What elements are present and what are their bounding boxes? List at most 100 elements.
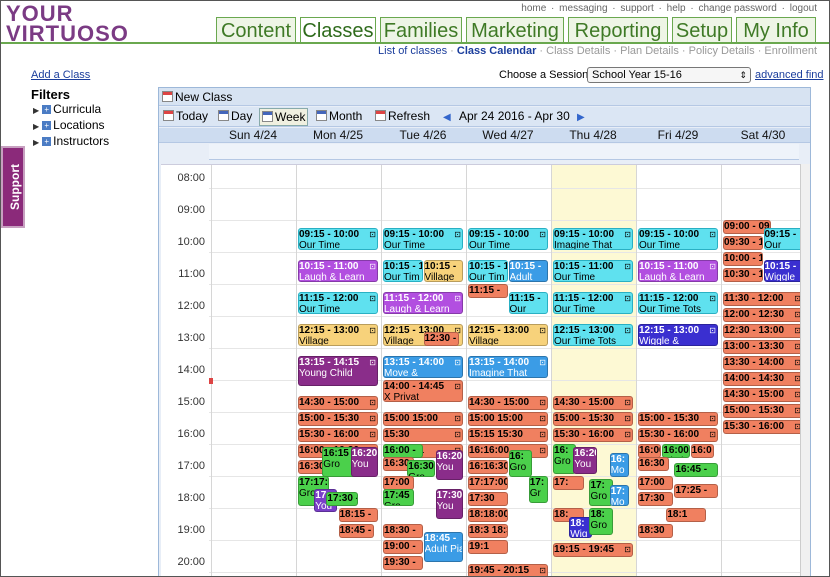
plus-icon[interactable]: + — [42, 121, 52, 131]
plus-icon[interactable]: + — [42, 137, 52, 147]
subnav-list-of-classes[interactable]: List of classes — [378, 45, 447, 57]
all-day-row[interactable] — [209, 144, 799, 160]
class-event[interactable]: 10:15 - 11:00 Our Time ⊡ — [553, 259, 633, 282]
tab-families[interactable]: Families — [380, 17, 462, 43]
class-event[interactable]: 16:00Ukel — [662, 443, 690, 458]
class-event[interactable]: 10:00 - 10: — [723, 251, 763, 266]
class-event[interactable]: 16:0X — [690, 443, 714, 458]
class-event[interactable]: 16:20You — [573, 447, 597, 474]
class-event[interactable]: 09:15 - 10:00 Our Time ⊡ — [298, 227, 378, 250]
class-event[interactable]: 12:15 - 13:00 Wiggle & ⊡ — [638, 323, 718, 346]
class-event[interactable]: 16:30 — [638, 456, 670, 471]
tab-classes[interactable]: Classes — [300, 17, 376, 43]
today-button[interactable]: Today — [161, 108, 210, 126]
class-event[interactable]: 16:16:30 — [468, 459, 508, 474]
class-event[interactable]: 14:30 - 15:00 ⊡ — [723, 387, 801, 402]
class-event[interactable]: 10:15 - Adult — [508, 259, 548, 282]
class-event[interactable]: 17:00 — [638, 475, 674, 490]
class-event[interactable]: 14:30 - 15:00 ⊡ — [468, 395, 548, 410]
class-event[interactable]: 12:15 - 13:00 Our Time Tots ⊡ — [553, 323, 633, 346]
class-event[interactable]: 17: Mo — [609, 485, 629, 506]
class-event[interactable]: 13:30 - 14:00 ⊡ — [723, 355, 801, 370]
class-event[interactable]: 17:30 — [638, 491, 674, 506]
class-event[interactable]: 16:30Gro — [407, 459, 435, 477]
class-event[interactable]: 18:1 — [666, 507, 706, 522]
expand-triangle-icon[interactable]: ▶ — [33, 138, 39, 147]
tab-setup[interactable]: Setup — [672, 17, 732, 43]
day-header[interactable]: Sun 4/24 — [211, 128, 295, 143]
class-event[interactable]: 15:00 - 15:30 ⊡ — [298, 411, 378, 426]
tab-marketing[interactable]: Marketing — [466, 17, 564, 43]
expand-triangle-icon[interactable]: ▶ — [33, 122, 39, 131]
class-event[interactable]: 15:00 15:00 ⊡ — [468, 411, 548, 426]
class-event[interactable]: 16:45 - — [674, 463, 718, 477]
class-event[interactable]: 18: Gro — [589, 507, 613, 535]
class-event[interactable]: 17: Gr — [528, 475, 548, 503]
class-event[interactable]: 13:15 - 14:00 Move & ⊡ — [383, 355, 463, 378]
class-event[interactable]: 18:30 — [638, 523, 674, 538]
class-event[interactable]: 15:30 - 16:00 ⊡ — [638, 427, 718, 442]
class-event[interactable]: 15:30 - 16:00 ⊡ — [723, 419, 801, 434]
class-event[interactable]: 15:00 - 15:30 ⊡ — [723, 403, 801, 418]
class-event[interactable]: 11:15 - — [468, 283, 508, 298]
class-event[interactable]: 10:15 - 11:00 Laugh & Learn ⊡ — [638, 259, 718, 282]
class-event[interactable]: 17:25 -X — [674, 483, 718, 498]
calendar-scrollbar[interactable] — [800, 164, 810, 576]
tab-my-info[interactable]: My Info — [736, 17, 816, 43]
class-event[interactable]: 10:30 - 11: — [723, 267, 763, 282]
class-event[interactable]: 12:30 - 13:00 ⊡ — [723, 323, 801, 338]
class-event[interactable]: 11:30 - 12:00 ⊡ — [723, 291, 801, 306]
class-event[interactable]: 17:30 — [468, 491, 508, 506]
session-select[interactable]: School Year 15-16 ⇕ — [587, 67, 751, 83]
refresh-button[interactable]: Refresh — [373, 108, 432, 126]
class-event[interactable]: 17:00 — [383, 475, 415, 490]
class-event[interactable]: 10:15 - 1 Our Tim — [383, 259, 423, 282]
class-event[interactable]: 15:15 15:30 ⊡ — [468, 427, 548, 442]
month-view-button[interactable]: Month — [314, 108, 364, 126]
day-view-button[interactable]: Day — [216, 108, 254, 126]
class-event[interactable]: 18:3 18:30 — [468, 523, 508, 538]
class-event[interactable]: 09:15 - 10:00 Our Time ⊡ — [638, 227, 718, 250]
time-grid[interactable]: 08:00 09:00 10:00 11:00 12:00 13:00 14:00 15:00… — [161, 164, 801, 576]
link-logout[interactable]: logout — [790, 3, 817, 14]
class-event[interactable]: 09:15 - Our — [763, 227, 801, 250]
class-event[interactable]: 15:30 - 16:00 ⊡ — [553, 427, 633, 442]
day-header[interactable]: Fri 4/29 — [636, 128, 720, 143]
filter-locations[interactable]: ▶ + Locations — [31, 118, 109, 134]
class-event[interactable]: 15:30 ⊡ — [383, 427, 463, 442]
class-event[interactable]: 14:00 - 14:45 X Privat ⊡ — [383, 379, 463, 402]
class-event[interactable]: 11:15 - Our — [508, 291, 548, 314]
day-header[interactable]: Sat 4/30 — [721, 128, 805, 143]
logo[interactable]: YOUR VIRTUOSO — [6, 3, 136, 45]
class-event[interactable]: 19:00 - — [383, 539, 423, 554]
day-header[interactable]: Wed 4/27 — [466, 128, 550, 143]
subnav-class-calendar[interactable]: Class Calendar — [457, 45, 536, 57]
class-event[interactable]: 15:00 15:00 ⊡ — [383, 411, 463, 426]
day-header[interactable]: Thu 4/28 — [551, 128, 635, 143]
class-event[interactable]: 12:15 - 13:00 Village ⊡ — [298, 323, 378, 346]
class-event[interactable]: 10:15 - 11:00 Laugh & Learn ⊡ — [298, 259, 378, 282]
link-help[interactable]: help — [667, 3, 686, 14]
class-event[interactable]: 18:45 -Adult Piano — [423, 531, 463, 562]
week-view-button[interactable]: Week — [259, 108, 309, 126]
class-event[interactable]: 12:00 - 12:30 ⊡ — [723, 307, 801, 322]
class-event[interactable]: 10:15 - Village — [423, 259, 463, 282]
class-event[interactable]: 16:00 — [638, 443, 662, 458]
tab-content[interactable]: Content — [216, 17, 296, 43]
link-support[interactable]: support — [620, 3, 653, 14]
class-event[interactable]: 15:30 - 16:00 ⊡ — [298, 427, 378, 442]
new-class-button[interactable]: New Class — [175, 90, 232, 104]
class-event[interactable]: 17: — [553, 475, 585, 490]
class-event[interactable]: 16: Mo — [609, 453, 629, 477]
class-event[interactable]: 13:15 - 14:00 Imagine That ⊡ — [468, 355, 548, 378]
prev-week-button[interactable]: ◀ — [441, 108, 453, 126]
class-event[interactable]: 17:45Gro — [383, 488, 415, 506]
advanced-find-link[interactable]: advanced find — [755, 69, 824, 81]
class-event[interactable]: 09:15 - 10:00 Our Time ⊡ — [468, 227, 548, 250]
class-event[interactable]: 16: Gro — [508, 450, 532, 477]
class-event[interactable]: 11:15 - 12:00 Our Time ⊡ — [553, 291, 633, 314]
filter-curricula[interactable]: ▶ + Curricula — [31, 102, 109, 118]
class-event[interactable]: 11:15 - 12:00 Laugh & Learn ⊡ — [383, 291, 463, 314]
class-event[interactable]: 10:15 - 1 Our Tim — [468, 259, 508, 282]
class-event[interactable]: 09:15 - 10:00 Our Time ⊡ — [383, 227, 463, 250]
